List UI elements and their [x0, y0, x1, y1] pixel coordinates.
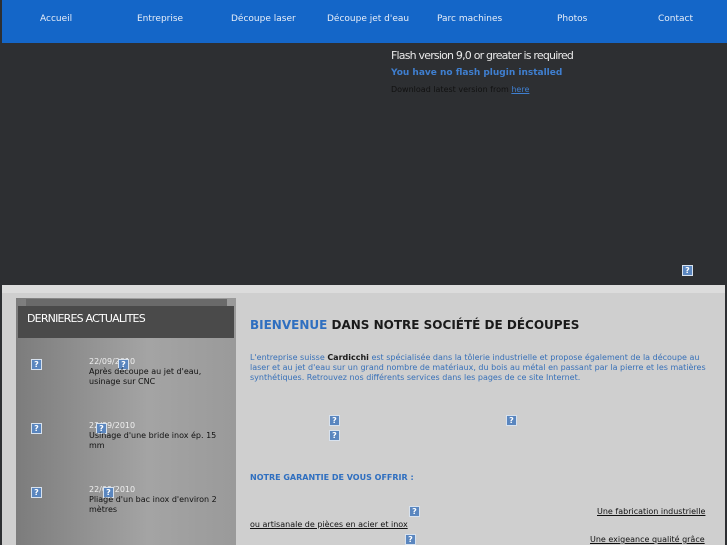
broken-image-icon: ? [329, 415, 340, 426]
intro-paragraph: L'entreprise suisse Cardicchi est spécia… [250, 353, 710, 383]
news-item-link[interactable]: Après découpe au jet d'eau, usinage sur … [89, 367, 224, 387]
guarantee-link-fabrication-cont[interactable]: ou artisanale de pièces en acier et inox [250, 520, 408, 529]
page-title-highlight: BIENVENUE [250, 318, 328, 332]
page-title-rest: DANS NOTRE SOCIÉTÉ DE DÉCOUPES [327, 318, 580, 332]
broken-image-icon: ? [409, 506, 420, 517]
flash-download-link[interactable]: here [511, 85, 529, 94]
flash-download-text: Download latest version from here [391, 85, 529, 94]
news-item-link[interactable]: Usinage d'une bride inox ép. 15 mm [89, 431, 224, 451]
nav-item-contact[interactable]: Contact [658, 14, 693, 24]
news-thumbnail-icon[interactable]: ? [31, 487, 42, 498]
nav-item-photos[interactable]: Photos [557, 14, 587, 24]
news-thumbnail-icon[interactable]: ? [31, 423, 42, 434]
flash-no-plugin-text: You have no flash plugin installed [391, 68, 563, 78]
broken-image-icon: ? [329, 430, 340, 441]
guarantee-link-qualite[interactable]: Une exigeance qualité grâce [590, 535, 705, 544]
intro-brand: Cardicchi [327, 353, 369, 362]
broken-image-icon: ? [405, 534, 416, 545]
broken-image-icon: ? [506, 415, 517, 426]
intro-before: L'entreprise suisse [250, 353, 328, 362]
top-navigation: Accueil Entreprise Découpe laser Découpe… [2, 0, 727, 43]
nav-item-entreprise[interactable]: Entreprise [137, 14, 183, 24]
flash-required-text: Flash version 9,0 or greater is required [391, 49, 574, 62]
page-title: BIENVENUE DANS NOTRE SOCIÉTÉ DE DÉCOUPES [250, 318, 579, 332]
guarantee-heading: NOTRE GARANTIE DE VOUS OFFRIR : [250, 473, 414, 482]
content-top-strip [2, 285, 725, 293]
nav-item-decoupe-laser[interactable]: Découpe laser [231, 14, 296, 24]
broken-image-icon: ? [682, 265, 693, 276]
flash-download-prefix: Download latest version from [391, 85, 512, 94]
news-thumbnail-icon[interactable]: ? [31, 359, 42, 370]
sidebar-title: DERNIERES ACTUALITES [27, 312, 146, 325]
nav-item-accueil[interactable]: Accueil [40, 14, 72, 24]
guarantee-link-fabrication[interactable]: Une fabrication industrielle [597, 507, 705, 516]
news-item-link[interactable]: Pliage d'un bac inox d'environ 2 mètres [89, 495, 224, 515]
nav-item-decoupe-jet-deau[interactable]: Découpe jet d'eau [327, 14, 409, 24]
nav-item-parc-machines[interactable]: Parc machines [437, 14, 502, 24]
